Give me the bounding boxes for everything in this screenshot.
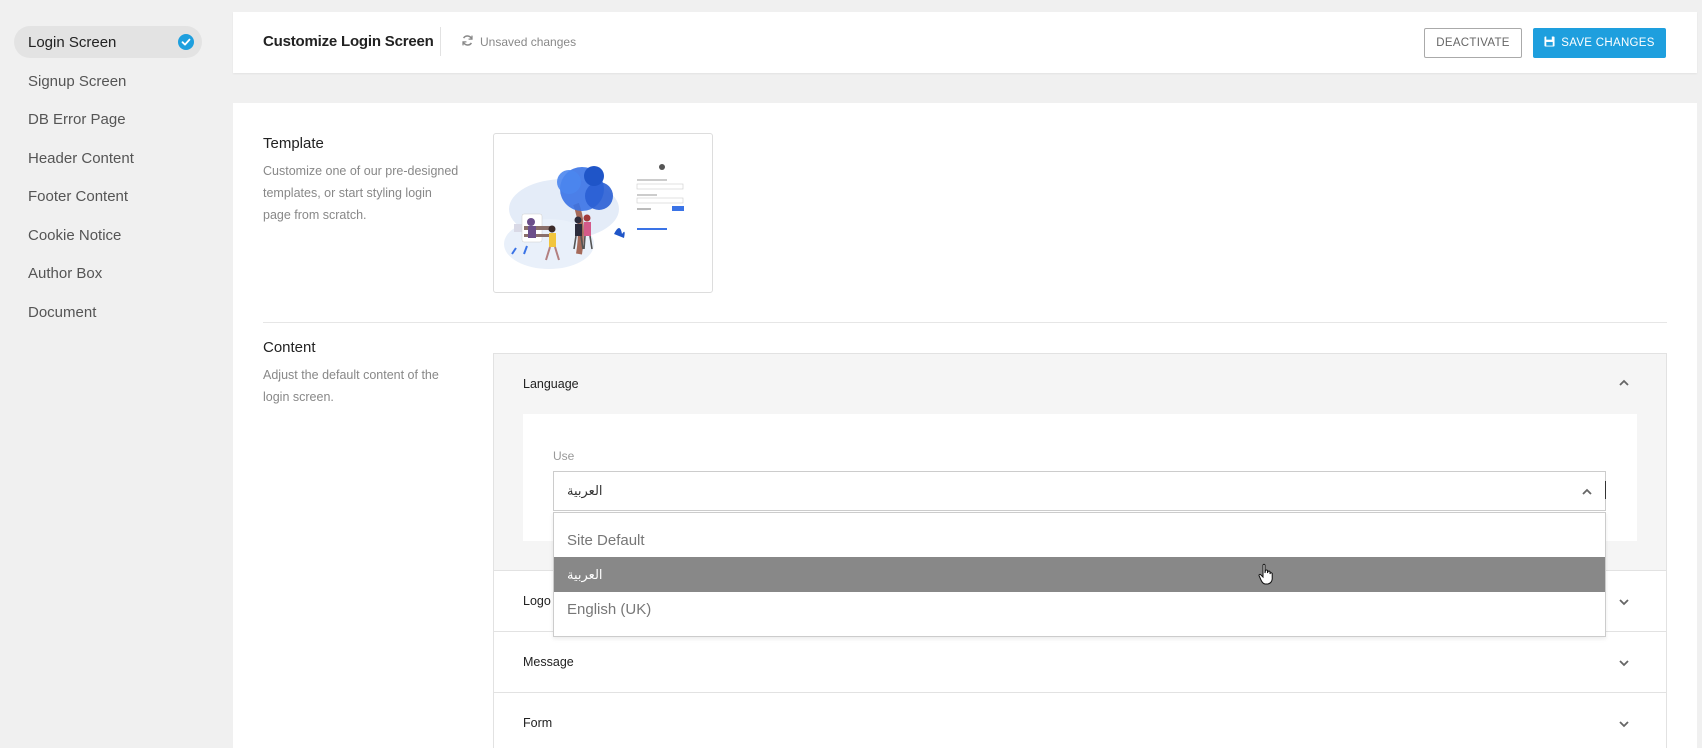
- sidebar-item-login-screen[interactable]: Login Screen: [14, 26, 202, 58]
- dropdown-option-arabic[interactable]: العربية: [554, 557, 1605, 592]
- dropdown-option-english-uk[interactable]: English (UK): [554, 592, 1605, 627]
- sidebar: Login Screen Signup Screen DB Error Page…: [0, 0, 222, 748]
- content-section-description: Adjust the default content of the login …: [263, 368, 439, 404]
- language-dropdown: Site Default العربية English (UK): [553, 512, 1606, 637]
- deactivate-button[interactable]: DEACTIVATE: [1424, 28, 1522, 58]
- hand-cursor-icon: [1258, 563, 1274, 585]
- sidebar-item-label: DB Error Page: [28, 110, 126, 128]
- unsaved-status-text: Unsaved changes: [480, 35, 577, 49]
- sidebar-item-label: Login Screen: [28, 33, 117, 51]
- sidebar-item-label: Cookie Notice: [28, 226, 122, 244]
- chevron-down-icon: [1618, 656, 1630, 668]
- sidebar-item-label: Author Box: [28, 264, 103, 282]
- refresh-icon: [461, 34, 474, 50]
- language-select-value: العربية: [567, 483, 603, 498]
- header-divider: [440, 27, 441, 56]
- section-divider: [263, 322, 1667, 323]
- save-icon: [1544, 36, 1555, 50]
- template-section-title: Template: [263, 135, 324, 152]
- sidebar-item-author-box[interactable]: Author Box: [14, 257, 202, 289]
- unsaved-status: Unsaved changes: [461, 34, 576, 50]
- check-circle-icon: [178, 34, 194, 50]
- sidebar-item-header-content[interactable]: Header Content: [14, 142, 202, 174]
- sidebar-item-label: Document: [28, 303, 97, 321]
- use-label: Use: [553, 449, 575, 463]
- accordion-message[interactable]: Message: [494, 632, 1666, 693]
- sidebar-item-cookie-notice[interactable]: Cookie Notice: [14, 219, 202, 251]
- sidebar-item-signup-screen[interactable]: Signup Screen: [14, 65, 202, 97]
- page-title: Customize Login Screen: [263, 33, 434, 50]
- accordion-label-logo: Logo: [523, 594, 551, 608]
- chevron-down-icon: [1618, 595, 1630, 607]
- save-changes-button[interactable]: SAVE CHANGES: [1533, 28, 1666, 58]
- sidebar-item-document[interactable]: Document: [14, 296, 202, 328]
- language-select[interactable]: العربية: [553, 471, 1606, 511]
- accordion-label-form: Form: [523, 716, 553, 730]
- chevron-down-icon: [1618, 717, 1630, 729]
- sidebar-item-db-error-page[interactable]: DB Error Page: [14, 103, 202, 135]
- chevron-up-icon[interactable]: [1618, 376, 1630, 388]
- sidebar-item-label: Signup Screen: [28, 72, 127, 90]
- save-changes-label: SAVE CHANGES: [1561, 37, 1655, 49]
- accordion-label-message: Message: [523, 655, 574, 669]
- dropdown-option-site-default[interactable]: Site Default: [554, 523, 1605, 558]
- chevron-up-icon: [1581, 486, 1593, 498]
- main-panel: Template Customize one of our pre-design…: [233, 103, 1697, 748]
- sidebar-item-label: Header Content: [28, 149, 134, 167]
- sidebar-item-label: Footer Content: [28, 187, 129, 205]
- template-thumbnail[interactable]: [493, 133, 713, 293]
- content-section-title: Content: [263, 339, 316, 356]
- sidebar-item-footer-content[interactable]: Footer Content: [14, 180, 202, 212]
- template-section-description: Customize one of our pre-designed templa…: [263, 164, 459, 222]
- text-cursor: [1605, 481, 1606, 499]
- accordion-label-language[interactable]: Language: [523, 377, 579, 391]
- page-header: Customize Login Screen Unsaved changes D…: [233, 12, 1697, 73]
- accordion-form[interactable]: Form: [494, 693, 1666, 748]
